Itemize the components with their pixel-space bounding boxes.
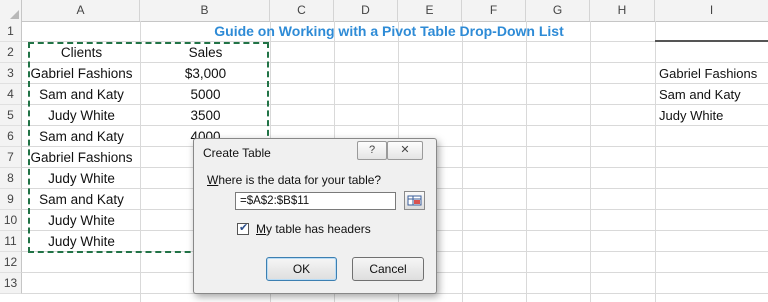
- column-i-cell[interactable]: Sam and Katy: [659, 84, 767, 105]
- has-headers-label-accel: M: [256, 222, 266, 236]
- column-i-cell[interactable]: Gabriel Fashions: [659, 63, 767, 84]
- select-all-icon: [10, 10, 19, 19]
- column-header-h[interactable]: H: [590, 0, 655, 21]
- gridline: [462, 21, 463, 302]
- data-range-label-accel: W: [207, 173, 219, 187]
- data-range-label: Where is the data for your table?: [207, 173, 381, 187]
- column-header-d[interactable]: D: [334, 0, 398, 21]
- checkmark-icon: ✔: [239, 222, 249, 234]
- column-header-g[interactable]: G: [526, 0, 590, 21]
- help-button[interactable]: ?: [357, 141, 387, 160]
- cancel-button[interactable]: Cancel: [352, 257, 424, 281]
- select-all-corner[interactable]: [0, 0, 22, 21]
- close-button[interactable]: ✕: [387, 141, 423, 160]
- column-i-cell[interactable]: Judy White: [659, 105, 767, 126]
- row-header-6[interactable]: 6: [0, 126, 22, 147]
- data-range-input[interactable]: =$A$2:$B$11: [235, 192, 396, 210]
- row-header-13[interactable]: 13: [0, 273, 22, 294]
- row-header-11[interactable]: 11: [0, 231, 22, 252]
- close-icon: ✕: [400, 144, 410, 156]
- collapse-range-icon: [407, 195, 422, 206]
- column-header-f[interactable]: F: [462, 0, 526, 21]
- row-header-5[interactable]: 5: [0, 105, 22, 126]
- data-range-label-text: here is the data for your table?: [218, 173, 382, 187]
- gridline: [655, 21, 656, 302]
- column-header-a[interactable]: A: [22, 0, 140, 21]
- range-selector-button[interactable]: [404, 191, 425, 210]
- has-headers-label-text: y table has headers: [266, 222, 371, 236]
- cell-border-i1: [655, 40, 768, 42]
- column-header-c[interactable]: C: [270, 0, 334, 21]
- row-header-12[interactable]: 12: [0, 252, 22, 273]
- row-header-9[interactable]: 9: [0, 189, 22, 210]
- column-header-e[interactable]: E: [398, 0, 462, 21]
- spreadsheet: A B C D E F G H I 1 2 3 4 5 6 7 8 9 10 1…: [0, 0, 768, 302]
- dialog-title: Create Table: [203, 146, 271, 160]
- row-header-8[interactable]: 8: [0, 168, 22, 189]
- row-header-3[interactable]: 3: [0, 63, 22, 84]
- create-table-dialog: Create Table ? ✕ Where is the data for y…: [193, 138, 437, 294]
- row-header-2[interactable]: 2: [0, 42, 22, 63]
- row-header-1[interactable]: 1: [0, 21, 22, 42]
- sheet-title: Guide on Working with a Pivot Table Drop…: [214, 23, 564, 39]
- has-headers-checkbox[interactable]: ✔: [237, 222, 249, 235]
- help-icon: ?: [368, 144, 376, 156]
- column-header-b[interactable]: B: [140, 0, 270, 21]
- row-header-7[interactable]: 7: [0, 147, 22, 168]
- has-headers-label[interactable]: My table has headers: [256, 222, 371, 236]
- column-header-i[interactable]: I: [655, 0, 768, 21]
- gridline: [590, 21, 591, 302]
- row-header-4[interactable]: 4: [0, 84, 22, 105]
- gridline: [526, 21, 527, 302]
- ok-button[interactable]: OK: [266, 257, 337, 281]
- row-header-10[interactable]: 10: [0, 210, 22, 231]
